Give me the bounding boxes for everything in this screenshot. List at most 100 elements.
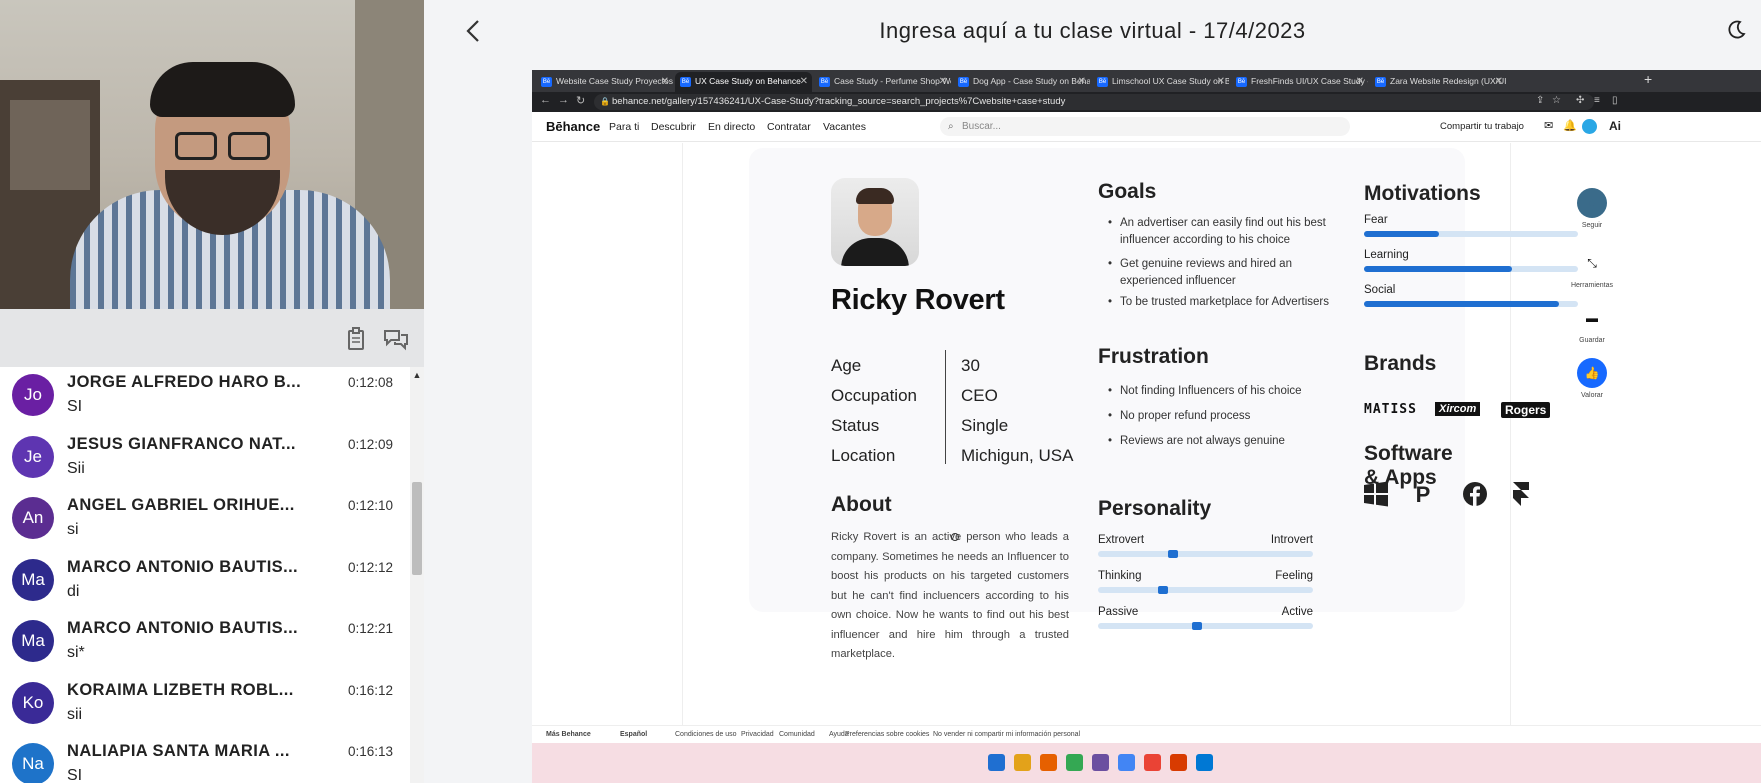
personality-right-label: Introvert	[1270, 534, 1313, 546]
extensions-icon[interactable]: ✣	[1576, 95, 1584, 106]
user-avatar[interactable]	[1582, 119, 1597, 134]
close-tab-icon[interactable]: ✕	[1356, 72, 1364, 91]
footer-link[interactable]: Español	[620, 731, 647, 738]
share-icon[interactable]: ⇪	[1536, 95, 1544, 106]
back-arrow-icon[interactable]: ←	[540, 94, 551, 106]
chrome-icon[interactable]	[1144, 754, 1161, 771]
moon-icon[interactable]	[1726, 20, 1748, 42]
side-action-guardar[interactable]: ▬ Guardar	[1562, 303, 1622, 344]
message-text: Sii	[67, 459, 85, 477]
behance-favicon-icon: Bē	[1375, 77, 1386, 87]
footer-link[interactable]: Privacidad	[741, 731, 774, 738]
close-tab-icon[interactable]: ✕	[1217, 72, 1225, 91]
close-tab-icon[interactable]: ✕	[1078, 72, 1086, 91]
browser-tab[interactable]: Bē UX Case Study on Behance ✕	[675, 72, 812, 92]
file-explorer-icon[interactable]	[1014, 754, 1031, 771]
video-person-hair	[150, 62, 295, 117]
side-panel-icon[interactable]: ▯	[1612, 95, 1618, 106]
footer-link[interactable]: Condiciones de uso	[675, 731, 737, 738]
share-work-button[interactable]: Compartir tu trabajo	[1432, 117, 1532, 137]
nav-contratar[interactable]: Contratar	[767, 121, 811, 133]
personality-slider-track	[1098, 622, 1313, 630]
url-field[interactable]: 🔒 behance.net/gallery/157436241/UX-Case-…	[594, 94, 1594, 110]
scroll-thumb[interactable]	[412, 482, 422, 575]
mail-icon[interactable]: ✉	[1544, 119, 1553, 132]
message-text: si	[67, 521, 79, 538]
nav-vacantes[interactable]: Vacantes	[823, 121, 866, 133]
behance-favicon-icon: Bē	[1236, 77, 1247, 87]
browser-tab[interactable]: Bē Website Case Study Proyectos | ✕	[536, 72, 673, 92]
browser-tab[interactable]: Bē FreshFinds UI/UX Case Study - ✕	[1231, 72, 1368, 92]
reload-icon[interactable]: ↻	[576, 94, 585, 107]
chat-message: Ma MARCO ANTONIO BAUTIS... 0:12:21 si*	[0, 613, 408, 675]
message-text: di	[67, 582, 80, 600]
browser-tab[interactable]: Bē Dog App - Case Study on Behan ✕	[953, 72, 1090, 92]
new-tab-plus-icon[interactable]: +	[1644, 71, 1652, 87]
bell-icon[interactable]: 🔔	[1563, 119, 1577, 132]
firefox-icon[interactable]	[1040, 754, 1057, 771]
scroll-up-arrow-icon[interactable]: ▲	[410, 370, 424, 380]
footer-link[interactable]: Preferencias sobre cookies	[845, 731, 929, 738]
chrome-icon[interactable]	[1066, 754, 1083, 771]
chat-bubbles-icon[interactable]	[383, 327, 408, 351]
persona-card: Ricky Rovert Age Occupation Status Locat…	[749, 148, 1578, 660]
frustration-item: Reviews are not always genuine	[1108, 433, 1338, 450]
forward-arrow-icon[interactable]: →	[558, 94, 569, 106]
lock-icon: 🔒	[600, 97, 610, 106]
behance-search-input[interactable]: ⌕ Buscar...	[940, 117, 1350, 136]
browser-tab[interactable]: Bē Zara Website Redesign (UX/UI C ✕	[1370, 72, 1507, 92]
nav-descubrir[interactable]: Descubrir	[651, 121, 696, 133]
footer-link[interactable]: Comunidad	[779, 731, 815, 738]
motivation-bar-track	[1364, 266, 1578, 272]
paypal-icon: P	[1415, 482, 1431, 507]
side-action-herramientas[interactable]: ⤡ Herramientas	[1562, 248, 1622, 289]
footer-link[interactable]: Más Behance	[546, 731, 591, 738]
personality-slider-track	[1098, 586, 1313, 594]
chrome-icon[interactable]	[1118, 754, 1135, 771]
nav-en-directo[interactable]: En directo	[708, 121, 755, 133]
video-shelf-inner	[10, 100, 90, 190]
side-action-valorar[interactable]: 👍 Valorar	[1562, 358, 1622, 399]
screen-share: Bē Website Case Study Proyectos | ✕ Bē UX Ca…	[532, 70, 1761, 783]
message-time: 0:12:12	[348, 559, 394, 575]
motivation-bar-fill	[1364, 266, 1512, 272]
browser-tab[interactable]: Bē Limschool UX Case Study on Be ✕	[1092, 72, 1229, 92]
framer-icon	[1507, 481, 1535, 509]
behance-logo[interactable]: Bēhance	[546, 119, 600, 134]
motivation-bar-track	[1364, 301, 1578, 307]
close-tab-icon[interactable]: ✕	[661, 72, 669, 91]
side-action-seguir[interactable]: ● Seguir	[1562, 188, 1622, 229]
video-glasses-right	[228, 132, 270, 160]
message-text: SI	[67, 398, 83, 415]
windows-start-icon[interactable]	[988, 754, 1005, 771]
chat-message: Jo JORGE ALFREDO HARO B... 0:12:08 SI	[0, 367, 408, 429]
sender-name: JORGE ALFREDO HARO B...	[67, 373, 302, 391]
behance-footer: Más Behance Español Condiciones de uso Priv…	[532, 725, 1761, 743]
chat-message: Ma MARCO ANTONIO BAUTIS... 0:12:12 di	[0, 552, 408, 614]
clipboard-icon[interactable]	[344, 327, 368, 351]
location-label: Location	[831, 446, 896, 465]
bookmark-star-icon[interactable]: ☆	[1552, 95, 1561, 106]
mouse-cursor-icon	[951, 533, 959, 541]
close-tab-icon[interactable]: ✕	[800, 72, 808, 91]
close-tab-icon[interactable]: ✕	[1495, 72, 1503, 91]
avatar: Na	[12, 743, 54, 783]
app-icon[interactable]	[1092, 754, 1109, 771]
nav-para-ti[interactable]: Para ti	[609, 121, 639, 133]
behance-favicon-icon: Bē	[819, 77, 830, 87]
vscode-icon[interactable]	[1196, 754, 1213, 771]
motivation-label: Social	[1364, 284, 1396, 296]
behance-favicon-icon: Bē	[541, 77, 552, 87]
reading-list-icon[interactable]: ≡	[1594, 95, 1600, 106]
office-icon[interactable]	[1170, 754, 1187, 771]
close-tab-icon[interactable]: ✕	[939, 72, 947, 91]
adobe-logo-icon[interactable]: Ai	[1609, 119, 1621, 133]
windows-icon	[1362, 481, 1390, 509]
footer-link[interactable]: No vender ni compartir mi información pe…	[933, 731, 1080, 738]
chat-toolbar	[0, 309, 424, 367]
motivation-bar-track	[1364, 231, 1578, 237]
browser-tab[interactable]: Bē Case Study - Perfume Shop Web ✕	[814, 72, 951, 92]
brands-title: Brands	[1364, 352, 1437, 375]
chat-scrollbar[interactable]: ▲	[410, 367, 424, 783]
goal-item: An advertiser can easily find out his be…	[1108, 215, 1338, 248]
